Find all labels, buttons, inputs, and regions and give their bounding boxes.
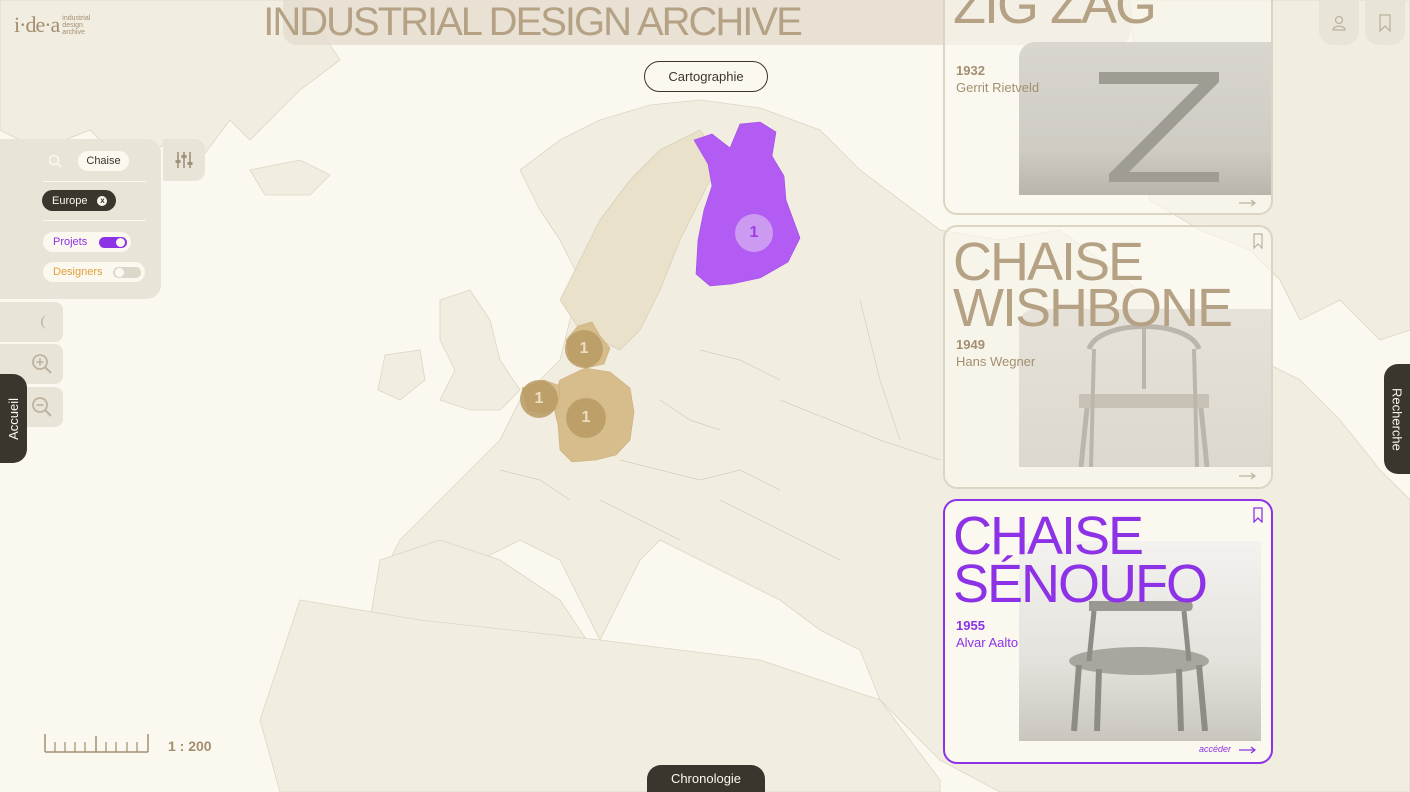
map-cluster-netherlands[interactable]: 1 [520, 380, 558, 418]
project-designer: Gerrit Rietveld [956, 80, 1040, 95]
project-title-line2: SÉNOUFO [953, 554, 1208, 614]
user-button[interactable] [1319, 0, 1359, 45]
tab-chronologie[interactable]: Chronologie [647, 765, 765, 792]
clear-region-icon[interactable]: x [97, 195, 108, 206]
project-year: 1949 [956, 337, 985, 352]
arrow-right-icon[interactable] [1239, 746, 1257, 754]
map-landmass [439, 289, 521, 411]
filter-settings-button[interactable] [163, 139, 205, 181]
map-landmass [249, 159, 331, 196]
project-photo [1019, 42, 1271, 195]
dark-mode-button[interactable] [0, 302, 63, 342]
region-filter-chip[interactable]: Europe x [42, 190, 116, 211]
zoom-in-icon [32, 354, 52, 374]
filter-divider [43, 181, 146, 182]
page-title: INDUSTRIAL DESIGN ARCHIVE [263, 0, 803, 44]
map-cluster-denmark[interactable]: 1 [565, 330, 603, 368]
scale-label: 1 : 200 [168, 738, 212, 754]
moon-icon [41, 315, 48, 329]
access-link[interactable]: accéder [1199, 744, 1231, 754]
sliders-icon [175, 152, 193, 168]
bookmarks-button[interactable] [1365, 0, 1405, 45]
user-icon [1332, 15, 1346, 31]
region-label: Europe [52, 194, 88, 207]
tab-chronologie-label: Chronologie [670, 771, 742, 786]
projets-switch[interactable] [99, 236, 127, 248]
logo-mark: i·de·a [14, 12, 60, 37]
tab-recherche[interactable]: Recherche [1384, 364, 1410, 474]
bookmark-icon[interactable] [1253, 233, 1263, 249]
designers-switch[interactable] [113, 266, 141, 278]
project-title-line2: WISHBONE [953, 278, 1233, 338]
project-year: 1932 [956, 63, 985, 78]
logo-text: industrial design archive [62, 14, 91, 36]
map-cluster-germany[interactable]: 1 [566, 398, 606, 438]
zoom-out-icon [32, 397, 52, 417]
arrow-right-icon[interactable] [1239, 199, 1257, 207]
filter-divider [43, 220, 146, 221]
search-query: Chaise [86, 155, 121, 167]
project-designer: Alvar Aalto [956, 635, 1019, 650]
project-year: 1955 [956, 618, 985, 633]
project-title: ZIG ZAG [953, 0, 1157, 35]
project-card-active[interactable]: CHAISE SÉNOUFO 1955 Alvar Aalto accéder [943, 499, 1273, 764]
tab-accueil-label: Accueil [6, 397, 21, 440]
project-card[interactable]: CHAISE WISHBONE 1949 Hans Wegner [943, 225, 1273, 489]
bookmark-icon[interactable] [1253, 507, 1263, 523]
toggle-projets-label: Projets [53, 236, 88, 248]
arrow-right-icon[interactable] [1239, 472, 1257, 480]
project-designer: Hans Wegner [956, 354, 1036, 369]
tab-accueil[interactable]: Accueil [0, 374, 27, 463]
project-card[interactable]: ZIG ZAG 1932 Gerrit Rietveld [943, 0, 1273, 215]
scale-bar [44, 734, 149, 753]
cartographie-label: Cartographie [668, 69, 744, 84]
toggle-designers-label: Designers [53, 266, 103, 278]
cartographie-button[interactable]: Cartographie [644, 61, 768, 92]
toggle-designers[interactable]: Designers [43, 262, 145, 282]
map-landmass [377, 349, 426, 401]
logo[interactable]: i·de·a industrial design archive [14, 10, 104, 40]
search-query-chip[interactable]: Chaise [78, 151, 129, 171]
toggle-projets[interactable]: Projets [43, 232, 131, 252]
search-icon[interactable] [48, 154, 62, 173]
tab-recherche-label: Recherche [1389, 387, 1405, 451]
project-title-line1: CHAISE [953, 506, 1144, 566]
map-cluster-finland[interactable]: 1 [735, 214, 773, 252]
bookmark-icon [1379, 13, 1391, 32]
